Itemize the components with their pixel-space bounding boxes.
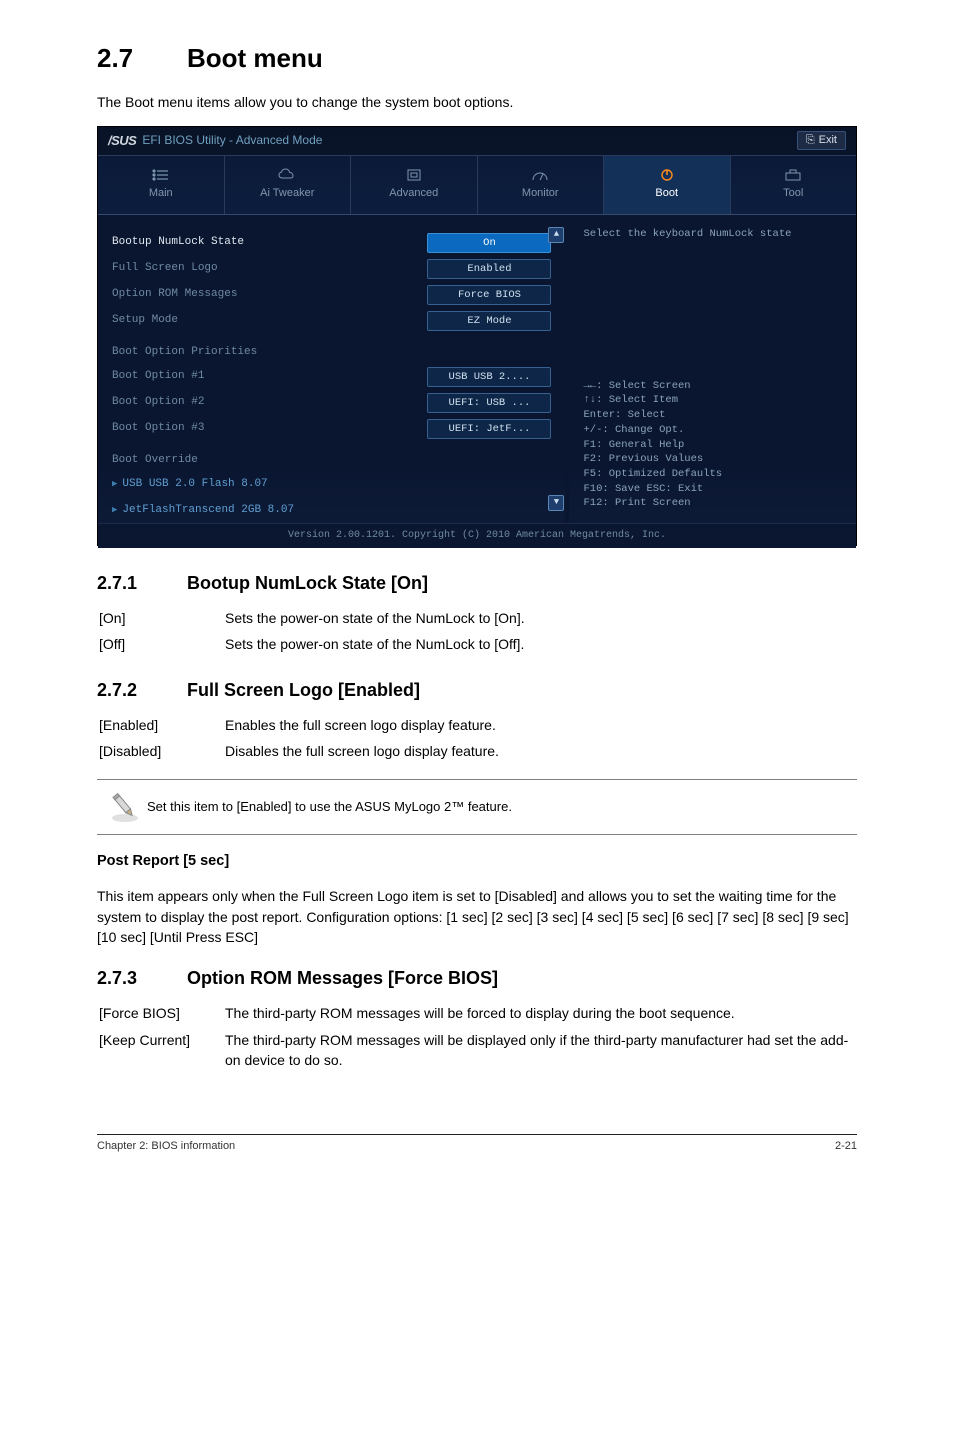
bios-right-pane: Select the keyboard NumLock state →←: Se… bbox=[569, 215, 856, 523]
override-link1[interactable]: USB USB 2.0 Flash 8.07 bbox=[112, 475, 551, 495]
fullscreen-value[interactable]: Enabled bbox=[427, 259, 551, 279]
page-footer: Chapter 2: BIOS information 2-21 bbox=[97, 1134, 857, 1155]
row-numlock[interactable]: Bootup NumLock State On bbox=[112, 233, 551, 253]
heading-273: 2.7.3Option ROM Messages [Force BIOS] bbox=[97, 965, 857, 991]
optionrom-value[interactable]: Force BIOS bbox=[427, 285, 551, 305]
asus-logo: /SUS bbox=[108, 132, 136, 151]
boot1-value[interactable]: USB USB 2.... bbox=[427, 367, 551, 387]
boot3-value[interactable]: UEFI: JetF... bbox=[427, 419, 551, 439]
row-setup-mode[interactable]: Setup Mode EZ Mode bbox=[112, 311, 551, 331]
opt-keepcurrent-desc: The third-party ROM messages will be dis… bbox=[225, 1028, 855, 1073]
exit-icon: ⎘ bbox=[806, 134, 815, 146]
opt-disabled-label: [Disabled] bbox=[99, 739, 223, 763]
opt-on-desc: Sets the power-on state of the NumLock t… bbox=[225, 606, 855, 630]
row-fullscreen[interactable]: Full Screen Logo Enabled bbox=[112, 259, 551, 279]
gauge-icon bbox=[531, 168, 549, 182]
post-report-heading: Post Report [5 sec] bbox=[97, 851, 857, 872]
tab-advanced[interactable]: Advanced bbox=[351, 156, 478, 214]
bios-body: Bootup NumLock State On Full Screen Logo… bbox=[98, 215, 856, 523]
bios-left-pane: Bootup NumLock State On Full Screen Logo… bbox=[98, 215, 569, 523]
page: 2.7Boot menu The Boot menu items allow y… bbox=[87, 0, 867, 1175]
help-k1: →←: Select Screen bbox=[583, 379, 842, 394]
defs-271: [On] Sets the power-on state of the NumL… bbox=[97, 604, 857, 659]
bios-title: EFI BIOS Utility - Advanced Mode bbox=[142, 132, 322, 149]
table-row: [Disabled] Disables the full screen logo… bbox=[99, 739, 855, 763]
heading-271: 2.7.1Bootup NumLock State [On] bbox=[97, 570, 857, 596]
setupmode-value[interactable]: EZ Mode bbox=[427, 311, 551, 331]
setupmode-label: Setup Mode bbox=[112, 313, 178, 329]
table-row: [Off] Sets the power-on state of the Num… bbox=[99, 632, 855, 656]
scroll-down-button[interactable]: ▼ bbox=[548, 495, 564, 511]
section-heading: 2.7Boot menu bbox=[97, 40, 857, 78]
opt-off-desc: Sets the power-on state of the NumLock t… bbox=[225, 632, 855, 656]
opt-keepcurrent-label: [Keep Current] bbox=[99, 1028, 223, 1073]
help-k3: Enter: Select bbox=[583, 408, 842, 423]
toolbox-icon bbox=[784, 168, 802, 182]
opt-on-label: [On] bbox=[99, 606, 223, 630]
help-k7: F5: Optimized Defaults bbox=[583, 467, 842, 482]
defs-273: [Force BIOS] The third-party ROM message… bbox=[97, 999, 857, 1074]
scroll-column: ▲ ▼ bbox=[549, 227, 563, 511]
override-link2[interactable]: JetFlashTranscend 2GB 8.07 bbox=[112, 501, 551, 521]
post-report-body: This item appears only when the Full Scr… bbox=[97, 886, 857, 947]
tab-ai-tweaker[interactable]: Ai Tweaker bbox=[225, 156, 352, 214]
list-icon bbox=[152, 168, 170, 182]
tab-boot[interactable]: Boot bbox=[604, 156, 731, 214]
optionrom-label: Option ROM Messages bbox=[112, 287, 237, 303]
help-k8: F10: Save ESC: Exit bbox=[583, 482, 842, 497]
note-box: Set this item to [Enabled] to use the AS… bbox=[97, 779, 857, 835]
bios-tabs: Main Ai Tweaker Advanced Monitor Boot To… bbox=[98, 156, 856, 215]
table-row: [Force BIOS] The third-party ROM message… bbox=[99, 1001, 855, 1025]
numlock-value[interactable]: On bbox=[427, 233, 551, 253]
help-k5: F1: General Help bbox=[583, 438, 842, 453]
row-option-rom[interactable]: Option ROM Messages Force BIOS bbox=[112, 285, 551, 305]
boot1-label: Boot Option #1 bbox=[112, 369, 204, 385]
section-number: 2.7 bbox=[97, 40, 187, 78]
opt-off-label: [Off] bbox=[99, 632, 223, 656]
scroll-up-button[interactable]: ▲ bbox=[548, 227, 564, 243]
opt-forcebios-desc: The third-party ROM messages will be for… bbox=[225, 1001, 855, 1025]
chip-icon bbox=[405, 168, 423, 182]
row-boot2[interactable]: Boot Option #2 UEFI: USB ... bbox=[112, 393, 551, 413]
bios-version-footer: Version 2.00.1201. Copyright (C) 2010 Am… bbox=[98, 523, 856, 548]
fullscreen-label: Full Screen Logo bbox=[112, 261, 218, 277]
footer-pagenum: 2-21 bbox=[835, 1139, 857, 1155]
cloud-icon bbox=[278, 168, 296, 182]
boot-override-heading: Boot Override bbox=[112, 453, 551, 469]
opt-disabled-desc: Disables the full screen logo display fe… bbox=[225, 739, 855, 763]
numlock-label: Bootup NumLock State bbox=[112, 235, 244, 251]
help-k4: +/-: Change Opt. bbox=[583, 423, 842, 438]
defs-272: [Enabled] Enables the full screen logo d… bbox=[97, 711, 857, 766]
help-keys: →←: Select Screen ↑↓: Select Item Enter:… bbox=[583, 379, 842, 511]
opt-enabled-desc: Enables the full screen logo display fea… bbox=[225, 713, 855, 737]
note-text: Set this item to [Enabled] to use the AS… bbox=[147, 798, 851, 817]
table-row: [Enabled] Enables the full screen logo d… bbox=[99, 713, 855, 737]
help-k6: F2: Previous Values bbox=[583, 452, 842, 467]
bios-titlebar: /SUS EFI BIOS Utility - Advanced Mode ⎘E… bbox=[98, 127, 856, 156]
pencil-icon bbox=[103, 790, 147, 824]
boot3-label: Boot Option #3 bbox=[112, 421, 204, 437]
help-k9: F12: Print Screen bbox=[583, 496, 842, 511]
section-intro: The Boot menu items allow you to change … bbox=[97, 92, 857, 112]
boot2-value[interactable]: UEFI: USB ... bbox=[427, 393, 551, 413]
field-help-text: Select the keyboard NumLock state bbox=[583, 227, 842, 242]
bios-screenshot: /SUS EFI BIOS Utility - Advanced Mode ⎘E… bbox=[97, 126, 857, 546]
tab-main[interactable]: Main bbox=[98, 156, 225, 214]
row-boot3[interactable]: Boot Option #3 UEFI: JetF... bbox=[112, 419, 551, 439]
boot2-label: Boot Option #2 bbox=[112, 395, 204, 411]
exit-button[interactable]: ⎘Exit bbox=[797, 131, 846, 150]
table-row: [On] Sets the power-on state of the NumL… bbox=[99, 606, 855, 630]
tab-tool[interactable]: Tool bbox=[731, 156, 857, 214]
opt-forcebios-label: [Force BIOS] bbox=[99, 1001, 223, 1025]
opt-enabled-label: [Enabled] bbox=[99, 713, 223, 737]
footer-chapter: Chapter 2: BIOS information bbox=[97, 1139, 235, 1155]
table-row: [Keep Current] The third-party ROM messa… bbox=[99, 1028, 855, 1073]
tab-monitor[interactable]: Monitor bbox=[478, 156, 605, 214]
boot-priorities-heading: Boot Option Priorities bbox=[112, 345, 551, 361]
row-boot1[interactable]: Boot Option #1 USB USB 2.... bbox=[112, 367, 551, 387]
section-title-text: Boot menu bbox=[187, 43, 323, 73]
power-icon bbox=[658, 168, 676, 182]
heading-272: 2.7.2Full Screen Logo [Enabled] bbox=[97, 677, 857, 703]
help-k2: ↑↓: Select Item bbox=[583, 393, 842, 408]
